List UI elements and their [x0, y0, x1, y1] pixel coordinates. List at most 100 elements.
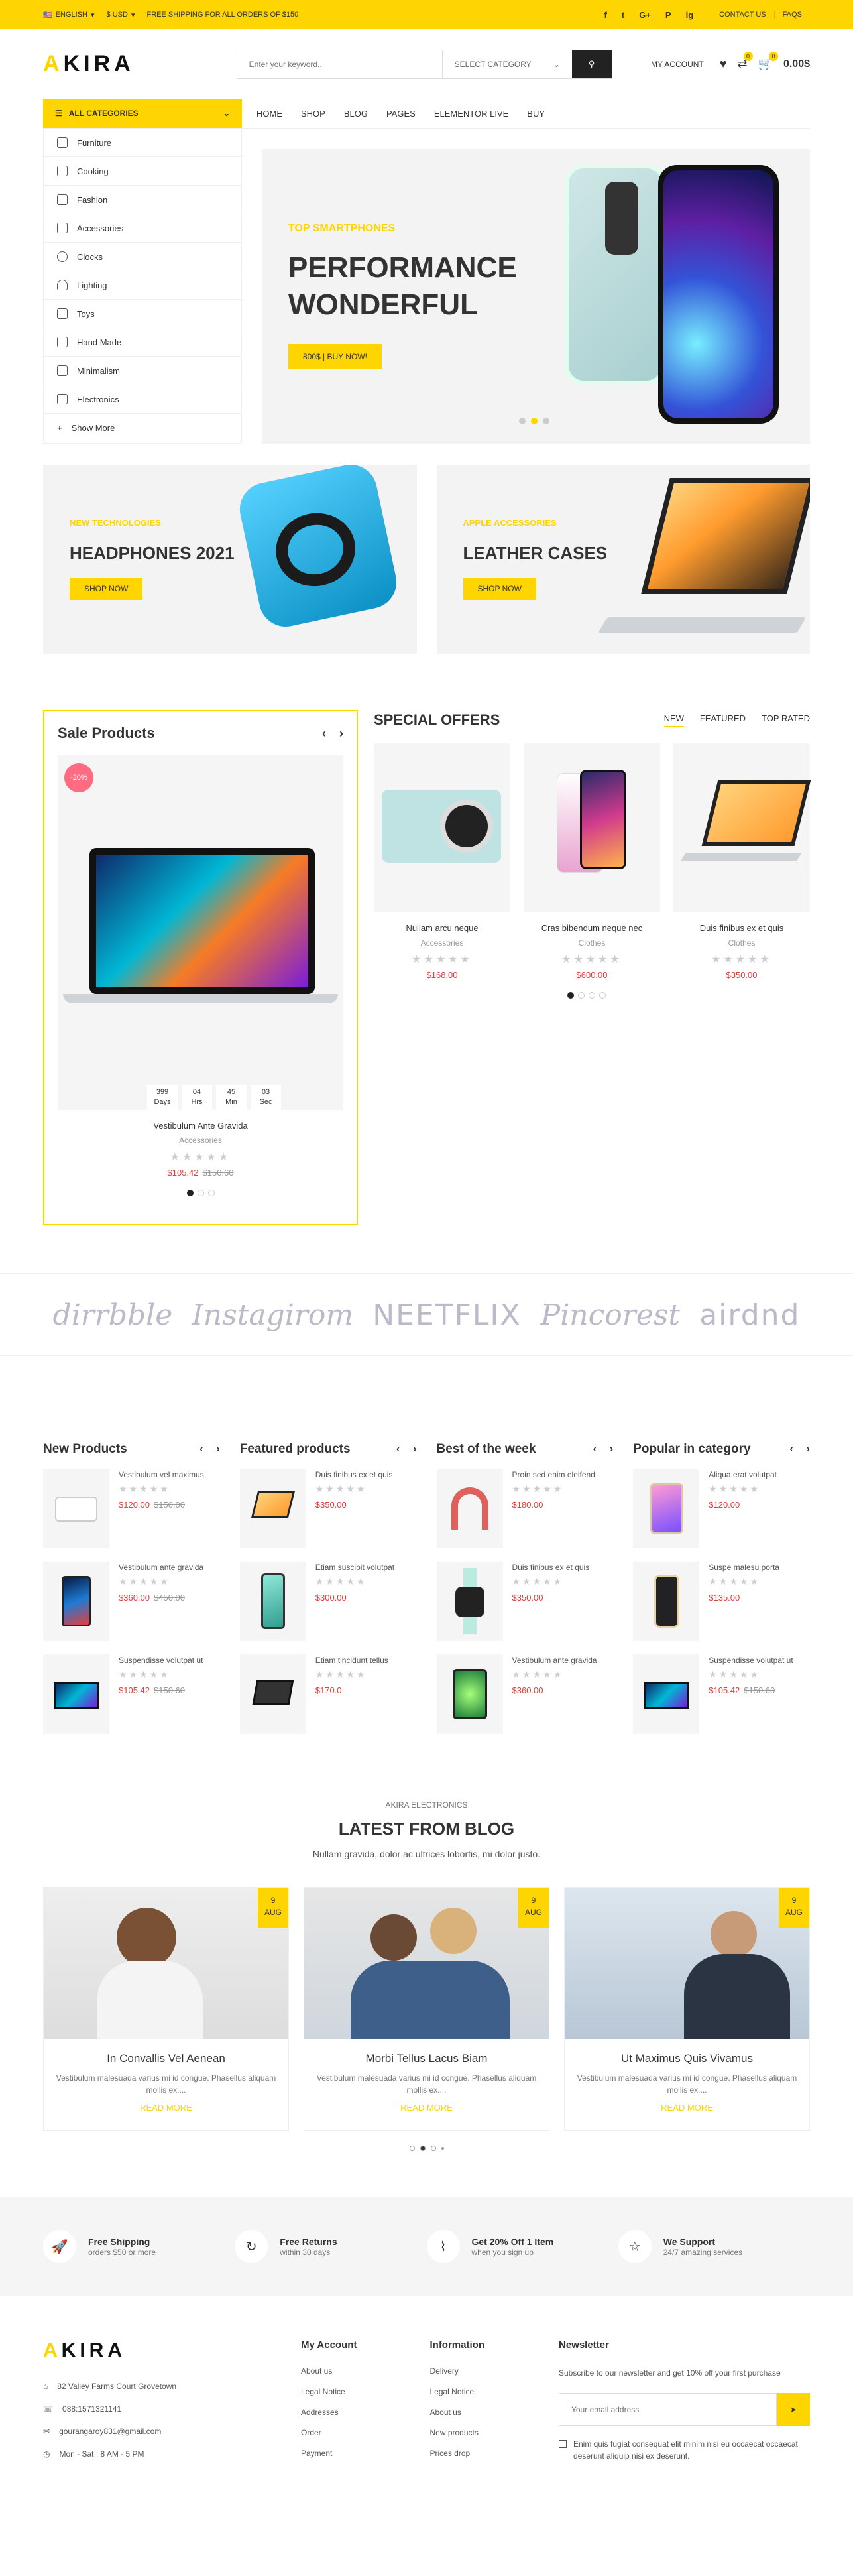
sale-product-image[interactable]: -20% 399 Days 04 Hrs 45 Min 03 Sec: [58, 755, 343, 1110]
faqs-link[interactable]: FAQS: [773, 11, 810, 19]
headphones-banner[interactable]: NEW TECHNOLOGIES HEADPHONES 2021 SHOP NO…: [43, 465, 417, 654]
list-item[interactable]: Vestibulum ante gravida ★★★★★ $360.00: [436, 1654, 614, 1747]
next-arrow-icon[interactable]: ›: [807, 1443, 810, 1455]
wishlist-icon[interactable]: ♥: [720, 57, 727, 71]
pinterest-icon[interactable]: P: [665, 10, 671, 20]
prev-arrow-icon[interactable]: ‹: [199, 1443, 203, 1455]
list-item[interactable]: Aliqua erat volutpat ★★★★★ $120.00: [633, 1469, 810, 1562]
carousel-dot[interactable]: [578, 992, 585, 999]
footer-link[interactable]: Legal Notice: [429, 2387, 559, 2396]
prev-arrow-icon[interactable]: ‹: [593, 1443, 597, 1455]
footer-link[interactable]: Addresses: [301, 2408, 430, 2417]
prev-arrow-icon[interactable]: ‹: [322, 727, 326, 741]
footer-link[interactable]: About us: [429, 2408, 559, 2417]
slider-dot[interactable]: [543, 418, 549, 424]
prev-arrow-icon[interactable]: ‹: [789, 1443, 793, 1455]
tab-new[interactable]: NEW: [663, 713, 684, 727]
category-item[interactable]: Fashion: [44, 186, 241, 214]
cart-total[interactable]: 0.00$: [783, 58, 810, 70]
tab-top-rated[interactable]: TOP RATED: [762, 713, 810, 727]
newsletter-email-input[interactable]: [558, 2393, 777, 2426]
search-input[interactable]: [237, 50, 442, 78]
compare-icon[interactable]: ⇄ 0: [737, 52, 753, 71]
agree-checkbox[interactable]: [558, 2440, 567, 2448]
show-more[interactable]: + Show More: [44, 414, 241, 442]
list-item[interactable]: Duis finibus ex et quis ★★★★★ $350.00: [239, 1469, 417, 1562]
instagram-icon[interactable]: ig: [686, 10, 694, 20]
subscribe-button[interactable]: ➤: [777, 2393, 810, 2426]
list-item[interactable]: Duis finibus ex et quis ★★★★★ $350.00: [436, 1562, 614, 1654]
footer-link[interactable]: Delivery: [429, 2366, 559, 2376]
footer-logo[interactable]: AKIRA: [43, 2339, 301, 2362]
list-item[interactable]: Vestibulum ante gravida ★★★★★ $360.00 $450.…: [43, 1562, 220, 1654]
tab-featured[interactable]: FEATURED: [700, 713, 746, 727]
blog-post[interactable]: 9 AUG Ut Maximus Quis Vivamus Vestibulum …: [564, 1887, 810, 2131]
facebook-icon[interactable]: f: [604, 10, 607, 20]
list-item[interactable]: Vestibulum vel maximus ★★★★★ $120.00 $150.0…: [43, 1469, 220, 1562]
logo[interactable]: AKIRA: [43, 51, 135, 77]
next-arrow-icon[interactable]: ›: [339, 727, 343, 741]
product-name[interactable]: Vestibulum Ante Gravida: [58, 1121, 343, 1131]
carousel-dot[interactable]: [197, 1190, 204, 1196]
footer-link[interactable]: Order: [301, 2428, 430, 2437]
category-item[interactable]: Cooking: [44, 157, 241, 186]
category-item[interactable]: Hand Made: [44, 328, 241, 357]
slider-dot[interactable]: [519, 418, 526, 424]
category-item[interactable]: Electronics: [44, 385, 241, 414]
language-select[interactable]: 🇺🇸 ENGLISH ▾: [43, 11, 95, 19]
carousel-dot[interactable]: [599, 992, 606, 999]
google-plus-icon[interactable]: G+: [639, 10, 651, 20]
leather-cases-banner[interactable]: APPLE ACCESSORIES LEATHER CASES SHOP NOW: [436, 465, 810, 654]
category-item[interactable]: Accessories: [44, 214, 241, 243]
currency-select[interactable]: $ USD ▾: [107, 11, 135, 19]
footer-link[interactable]: New products: [429, 2428, 559, 2437]
list-item[interactable]: Suspendisse volutpat ut ★★★★★ $105.42 $150.…: [633, 1654, 810, 1747]
footer-link[interactable]: Legal Notice: [301, 2387, 430, 2396]
product-card[interactable]: Nullam arcu neque Accessories ★★★★★ $168…: [374, 743, 510, 980]
carousel-dot[interactable]: [589, 992, 595, 999]
blog-dot[interactable]: [430, 2146, 436, 2151]
contact-link[interactable]: CONTACT US: [711, 11, 774, 19]
nav-blog[interactable]: BLOG: [344, 109, 368, 119]
category-item[interactable]: Clocks: [44, 243, 241, 271]
brand-logo[interactable]: dirrbble: [53, 1298, 173, 1332]
category-item[interactable]: Lighting: [44, 271, 241, 300]
list-item[interactable]: Suspendisse volutpat ut ★★★★★ $105.42 $150.…: [43, 1654, 220, 1747]
next-arrow-icon[interactable]: ›: [610, 1443, 613, 1455]
brand-logo[interactable]: airdnd: [699, 1298, 800, 1332]
product-card[interactable]: Duis finibus ex et quis Clothes ★★★★★ $3…: [673, 743, 811, 980]
blog-dot[interactable]: [420, 2146, 426, 2151]
footer-link[interactable]: Prices drop: [429, 2449, 559, 2458]
my-account-link[interactable]: MY ACCOUNT: [651, 60, 704, 69]
brand-logo[interactable]: Instagirom: [192, 1298, 353, 1332]
category-item[interactable]: Furniture: [44, 129, 241, 157]
nav-pages[interactable]: PAGES: [386, 109, 416, 119]
carousel-dot[interactable]: [207, 1190, 215, 1196]
slider-dot[interactable]: [531, 418, 538, 424]
footer-link[interactable]: Payment: [301, 2449, 430, 2458]
footer-link[interactable]: About us: [301, 2366, 430, 2376]
brand-logo[interactable]: Pincorest: [541, 1298, 680, 1332]
category-select[interactable]: SELECT CATEGORY ⌄: [441, 50, 572, 78]
read-more-link[interactable]: READ MORE: [565, 2103, 809, 2113]
category-item[interactable]: Minimalism: [44, 357, 241, 385]
blog-post[interactable]: 9 AUG In Convallis Vel Aenean Vestibulum …: [43, 1887, 289, 2131]
cart-icon[interactable]: 🛒 0: [758, 52, 778, 71]
twitter-icon[interactable]: t: [622, 10, 624, 20]
category-item[interactable]: Toys: [44, 300, 241, 328]
list-item[interactable]: Proin sed enim eleifend ★★★★★ $180.00: [436, 1469, 614, 1562]
carousel-dot[interactable]: [567, 992, 574, 999]
prev-arrow-icon[interactable]: ‹: [396, 1443, 400, 1455]
all-categories-toggle[interactable]: ☰ ALL CATEGORIES ⌄: [43, 99, 242, 128]
blog-dot[interactable]: [409, 2146, 415, 2151]
product-card[interactable]: Cras bibendum neque nec Clothes ★★★★★ $6…: [524, 743, 660, 980]
nav-shop[interactable]: SHOP: [301, 109, 325, 119]
blog-dot[interactable]: [441, 2147, 444, 2150]
nav-elementor-live[interactable]: ELEMENTOR LIVE: [434, 109, 508, 119]
carousel-dot[interactable]: [186, 1190, 194, 1196]
buy-now-button[interactable]: 800$ | BUY NOW!: [288, 344, 382, 369]
nav-buy[interactable]: BUY: [527, 109, 545, 119]
list-item[interactable]: Etiam suscipit volutpat ★★★★★ $300.00: [239, 1562, 417, 1654]
shop-now-button[interactable]: SHOP NOW: [463, 578, 536, 600]
next-arrow-icon[interactable]: ›: [216, 1443, 219, 1455]
